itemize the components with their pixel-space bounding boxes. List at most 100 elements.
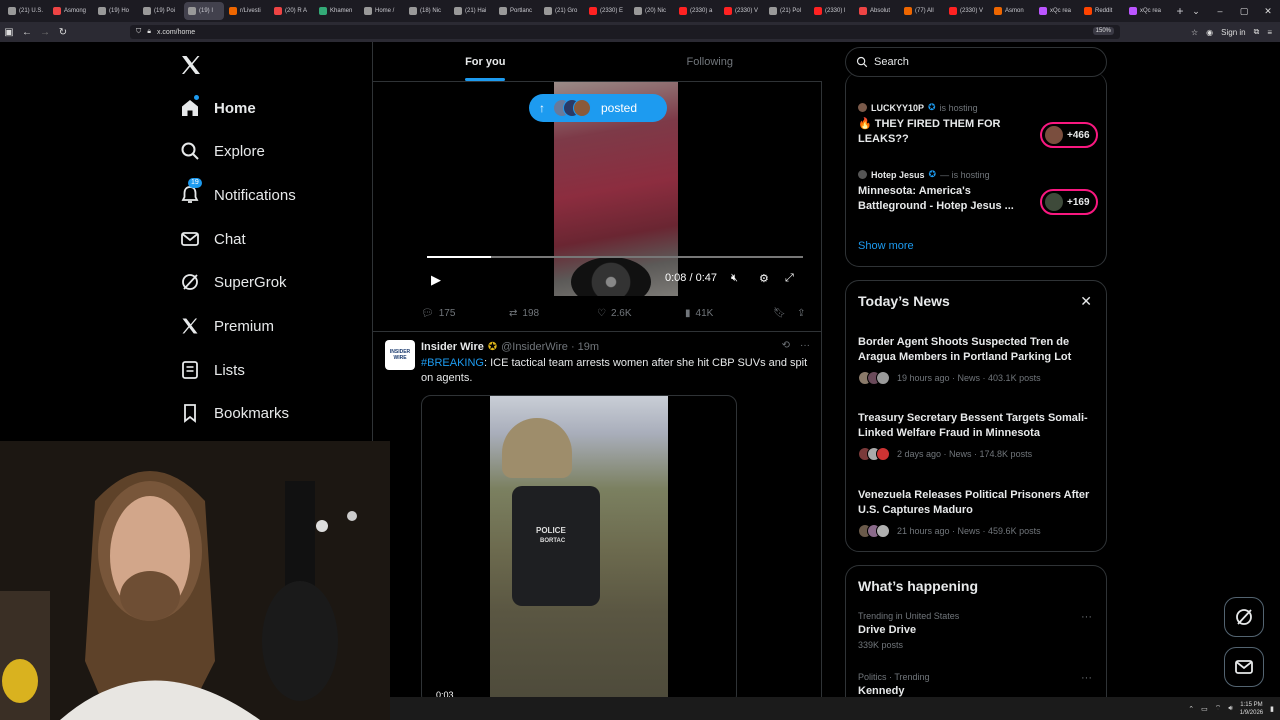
video-player[interactable]: POLICE BORTAC 0:03 [421,395,737,705]
browser-tab[interactable]: Khamen [315,2,359,20]
extensions-icon[interactable]: ⧉ [1254,27,1260,37]
browser-tab[interactable]: (21) Hai [450,2,494,20]
nav-item-chat[interactable]: Chat [180,229,246,249]
zoom-level[interactable]: 150% [1092,27,1114,35]
trend-item[interactable]: Trending in United States Drive Drive 33… [858,611,1098,650]
reload-icon[interactable]: ↻ [54,27,72,38]
browser-tab[interactable]: r/Livesti [225,2,269,20]
more-icon[interactable]: ··· [800,340,810,351]
nav-item-premium[interactable]: Premium [180,316,274,336]
clock[interactable]: 1:15 PM 1/9/2026 [1240,701,1263,717]
browser-tab[interactable]: (18) Nic [405,2,449,20]
browser-tab[interactable]: (2330) E [585,2,629,20]
browser-tab[interactable]: (2330) a [675,2,719,20]
close-icon[interactable]: ✕ [1256,0,1280,22]
sign-in-label[interactable]: Sign in [1221,28,1245,37]
messages-button[interactable] [1224,647,1264,687]
nav-item-home[interactable]: Home [180,95,256,118]
tab-favicon-icon [724,7,732,15]
browser-tab[interactable]: (2330) l [810,2,854,20]
like-button[interactable]: ♡ 2.6K [597,308,685,319]
tab-favicon-icon [544,7,552,15]
repost-button[interactable]: ⇄ 198 [509,308,597,319]
space-item[interactable]: Hotep Jesus ✪ — is hosting Minnesota: Am… [858,169,1098,215]
bookmark-star-icon[interactable]: ☆ [1191,28,1198,37]
space-listeners-button[interactable]: +466 [1040,122,1098,148]
browser-tab[interactable]: xQc rea [1125,2,1169,20]
hashtag-link[interactable]: #BREAKING [421,357,484,369]
menu-icon[interactable]: ≡ [1267,28,1272,37]
space-item[interactable]: LUCKYY10P ✪ is hosting 🔥 THEY FIRED THEM… [858,102,1098,148]
minimize-icon[interactable]: – [1208,0,1232,22]
space-listeners-button[interactable]: +169 [1040,189,1098,215]
network-icon[interactable]: ▭ [1201,705,1208,713]
more-icon[interactable]: ··· [1081,672,1092,684]
notification-icon[interactable]: ▮ [1270,705,1274,713]
bell-icon: 19 [180,178,202,205]
address-bar[interactable]: ⛉ 🔒︎ x.com/home 150% [130,25,1120,39]
reply-button[interactable]: 💬︎ 175 [421,308,509,319]
trend-item[interactable]: Politics · Trending Kennedy ··· [858,672,1098,697]
news-item[interactable]: Treasury Secretary Bessent Targets Somal… [858,411,1098,461]
back-icon[interactable]: ← [18,27,36,38]
tab-for-you[interactable]: For you [373,42,598,81]
search-input[interactable]: Search [845,47,1107,77]
settings-gear-icon[interactable]: ⚙ [759,272,769,285]
close-icon[interactable]: ✕ [1080,293,1092,310]
grok-icon [1236,609,1252,625]
browser-tab[interactable]: (2330) V [720,2,764,20]
avatar[interactable]: INSIDER WIRE [385,340,415,370]
tab-following[interactable]: Following [598,42,823,81]
sidebar-toggle-icon[interactable]: ▣ [0,27,18,38]
browser-tab[interactable]: (2330) V [945,2,989,20]
browser-tab[interactable]: (21) Pol [765,2,809,20]
x-logo-icon[interactable] [179,53,203,77]
author-name[interactable]: Insider Wire [421,341,484,353]
nav-item-lists[interactable]: Lists [180,360,245,380]
browser-tab[interactable]: Asmon [990,2,1034,20]
browser-tab[interactable]: (20) R A [270,2,314,20]
browser-tab[interactable]: Reddit [1080,2,1124,20]
tweet[interactable]: INSIDER WIRE Insider Wire ✪ @InsiderWire… [373,332,822,720]
nav-item-explore[interactable]: Explore [180,141,265,161]
forward-icon[interactable]: → [36,27,54,38]
chevron-up-icon[interactable]: ⌃ [1188,705,1194,713]
new-posts-pill[interactable]: ↑ posted [529,94,667,122]
browser-tab[interactable]: (19) I [184,2,224,20]
nav-item-supergrok[interactable]: SuperGrok [180,272,287,292]
browser-tab[interactable]: (20) Nic [630,2,674,20]
author-handle[interactable]: @InsiderWire · 19m [501,341,599,353]
browser-tab[interactable]: Absolut [855,2,899,20]
wifi-icon[interactable]: ⌔ [1215,704,1222,713]
show-more-link[interactable]: Show more [858,240,914,252]
views-button[interactable]: ▮ 41K [685,308,773,319]
browser-tab[interactable]: (19) Ho [94,2,138,20]
tab-favicon-icon [769,7,777,15]
grok-icon[interactable]: ⟲ [782,340,790,351]
nav-item-bookmarks[interactable]: Bookmarks [180,403,289,423]
volume-icon[interactable]: 🔊︎ [1228,705,1232,713]
browser-tab[interactable]: Home / [360,2,404,20]
browser-tab[interactable]: Asmong [49,2,93,20]
more-icon[interactable]: ··· [1081,611,1092,623]
bookmark-button[interactable]: 🔖︎ [773,308,797,319]
account-icon[interactable]: ◉ [1206,28,1213,37]
play-icon[interactable]: ▶ [431,272,441,288]
fullscreen-icon[interactable]: ⤢ [785,272,794,285]
browser-tab[interactable]: Portlanc [495,2,539,20]
grok-button[interactable] [1224,597,1264,637]
notifications-badge: 19 [188,178,202,188]
tab-label: Home / [375,8,395,14]
browser-tab[interactable]: xQc rea [1035,2,1079,20]
browser-tab[interactable]: (21) U.S. [4,2,48,20]
nav-item-notifications[interactable]: 19 Notifications [180,178,296,205]
maximize-icon[interactable]: ▢ [1232,0,1256,22]
mute-icon[interactable]: 🔇︎ [731,272,738,285]
browser-tab[interactable]: (19) Poi [139,2,183,20]
browser-tab[interactable]: (21) Gro [540,2,584,20]
news-item[interactable]: Border Agent Shoots Suspected Tren de Ar… [858,335,1098,385]
news-item[interactable]: Venezuela Releases Political Prisoners A… [858,488,1098,538]
chevron-down-icon[interactable]: ⌄ [1184,0,1208,22]
browser-tab[interactable]: (77) All [900,2,944,20]
share-button[interactable]: ⇪ [797,308,805,319]
